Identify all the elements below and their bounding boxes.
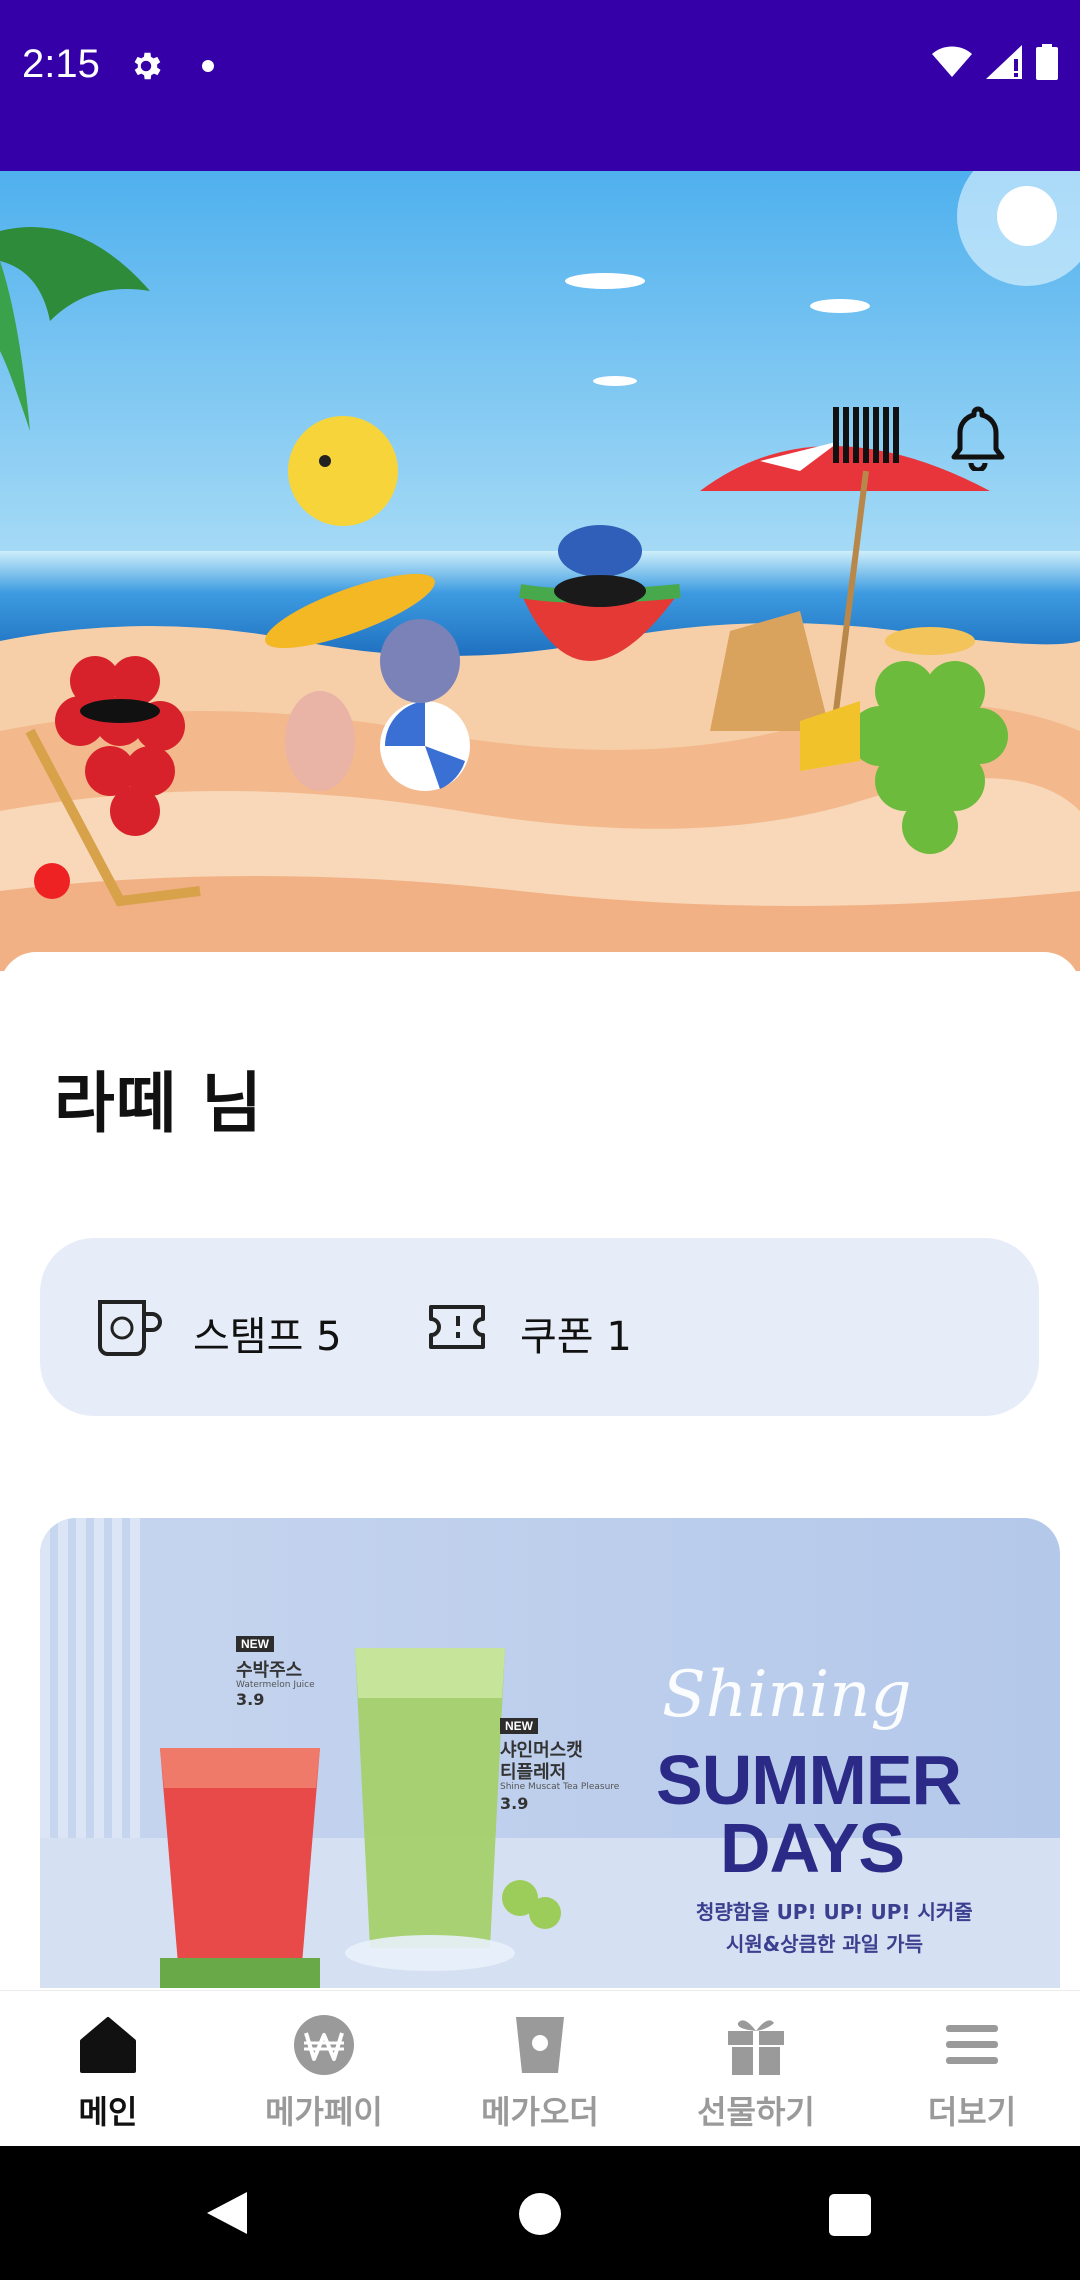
cellular-signal-icon <box>986 45 1022 79</box>
new-badge: NEW <box>236 1636 274 1652</box>
nav-tab-megapay[interactable]: 메가페이 <box>216 1991 432 2146</box>
notification-dot-icon <box>202 60 214 72</box>
nav-label-main: 메인 <box>78 2093 138 2131</box>
nav-label-more: 더보기 <box>927 2093 1017 2131</box>
wifi-icon <box>932 46 972 77</box>
status-time: 2:15 <box>22 42 100 86</box>
hero-banner[interactable] <box>0 171 1080 971</box>
nav-label-megaorder: 메가오더 <box>481 2093 599 2131</box>
nav-label-megapay: 메가페이 <box>265 2093 383 2131</box>
gift-icon <box>728 2020 784 2075</box>
nav-label-gift: 선물하기 <box>697 2093 815 2131</box>
item1-name: 수박주스 <box>236 1660 303 1681</box>
promo-tagline-2: 시원&상큼한 과일 가득 <box>726 1932 923 1956</box>
item2-subtitle: Shine Muscat Tea Pleasure <box>500 1782 620 1792</box>
cup-order-icon <box>516 2017 564 2073</box>
status-bar: 2:15 <box>0 0 1080 171</box>
new-badge: NEW <box>500 1718 538 1734</box>
menu-icon <box>946 2025 998 2064</box>
item1-price: 3.9 <box>236 1690 265 1709</box>
coupon-count[interactable]: 쿠폰 1 <box>520 1304 632 1362</box>
battery-icon <box>1036 44 1058 80</box>
nav-tab-more[interactable]: 더보기 <box>864 1991 1080 2146</box>
recents-icon[interactable] <box>829 2194 871 2236</box>
nav-tab-megaorder[interactable]: 메가오더 <box>432 1991 648 2146</box>
nav-tab-main[interactable]: 메인 <box>0 1991 216 2146</box>
status-indicators <box>932 44 1058 80</box>
nav-tab-gift[interactable]: 선물하기 <box>648 1991 864 2146</box>
item2-name-line2: 티플레저 <box>500 1762 567 1783</box>
stamp-count[interactable]: 스탬프 5 <box>193 1304 342 1362</box>
beach-illustration <box>0 171 1080 971</box>
bell-icon[interactable] <box>946 403 1010 471</box>
promo-script-title: Shining <box>662 1658 912 1732</box>
bottom-navigation: 메인 메가페이 메가오더 선물하기 더보기 <box>0 1990 1080 2146</box>
back-icon[interactable] <box>205 2190 249 2236</box>
stamp-cup-icon[interactable] <box>96 1298 162 1358</box>
won-icon <box>294 2015 354 2075</box>
coupon-icon[interactable] <box>428 1304 486 1350</box>
promo-title-line2: DAYS <box>720 1809 905 1887</box>
home-button-icon[interactable] <box>519 2193 561 2235</box>
promo-banner[interactable]: NEW 수박주스 Watermelon Juice 3.9 NEW 샤인머스캣 … <box>40 1518 1060 1988</box>
barcode-icon[interactable] <box>833 407 903 463</box>
promo-tagline-1: 청량함을 UP! UP! UP! 시커줄 <box>696 1900 973 1924</box>
home-icon <box>80 2017 136 2073</box>
item2-price: 3.9 <box>500 1794 529 1813</box>
settings-gear-icon <box>134 52 161 80</box>
user-greeting: 라떼 님 <box>54 1065 264 1142</box>
item1-subtitle: Watermelon Juice <box>236 1680 315 1690</box>
